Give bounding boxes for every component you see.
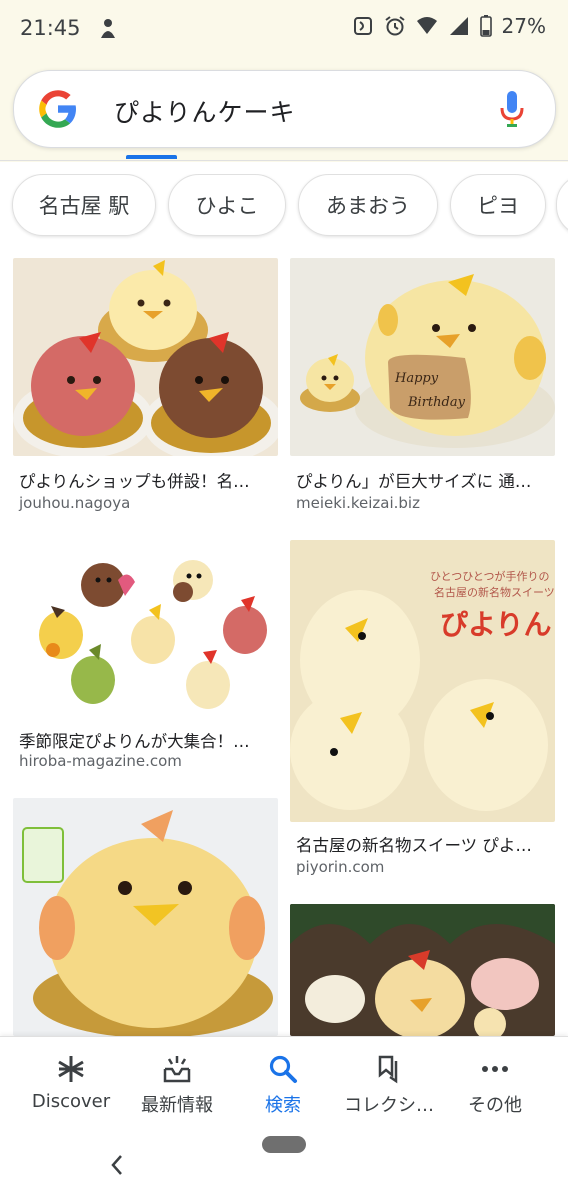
bottom-navigation: Discover 最新情報 検索 コレクシ… その他 — [0, 1036, 568, 1127]
search-icon — [269, 1055, 297, 1083]
result-image[interactable]: Happy Birthday — [290, 258, 555, 456]
suggestion-chips: 名古屋 駅 ひよこ あまおう ピヨ — [0, 174, 568, 240]
nav-label: 検索 — [265, 1095, 301, 1116]
microphone-icon[interactable] — [499, 89, 525, 129]
result-domain: piyorin.com — [296, 858, 385, 876]
chip-label: 名古屋 駅 — [38, 194, 130, 218]
cake-text: Birthday — [407, 395, 466, 410]
more-icon — [482, 1066, 508, 1072]
battery-percent: 27% — [501, 14, 546, 38]
chip-nagoya-station[interactable]: 名古屋 駅 — [12, 174, 156, 236]
nav-discover[interactable]: Discover — [16, 1037, 126, 1127]
result-image[interactable]: ひとつひとつが手作りの 名古屋の新名物スイーツ ぴよりん — [290, 540, 555, 822]
result-card[interactable] — [13, 798, 278, 1036]
notification-icon — [101, 19, 115, 38]
result-image[interactable] — [13, 540, 278, 716]
home-handle[interactable] — [262, 1136, 306, 1153]
ad-text: 名古屋の新名物スイーツ — [434, 585, 555, 599]
nav-updates[interactable]: 最新情報 — [122, 1037, 232, 1127]
search-header: ぴよりんケーキ — [0, 58, 568, 162]
alarm-icon — [384, 16, 405, 36]
chip-label: ひよこ — [195, 194, 259, 218]
result-title[interactable]: ぴよりんショップも併設！名… — [19, 468, 250, 492]
result-title[interactable]: ぴよりん」が巨大サイズに 通… — [296, 468, 531, 492]
nav-search[interactable]: 検索 — [228, 1037, 338, 1127]
nav-label: 最新情報 — [141, 1095, 213, 1116]
cake-text: Happy — [394, 371, 439, 386]
wifi-icon — [416, 17, 437, 34]
system-navigation — [0, 1126, 568, 1200]
google-logo-icon — [39, 90, 76, 128]
updates-icon — [163, 1056, 191, 1083]
nav-collections[interactable]: コレクシ… — [334, 1037, 444, 1127]
chip-more[interactable] — [556, 174, 568, 236]
result-domain: jouhou.nagoya — [19, 494, 131, 512]
ad-text: ひとつひとつが手作りの — [430, 569, 549, 583]
status-bar: 21:45 27% — [0, 0, 568, 58]
collections-icon — [378, 1055, 398, 1084]
chip-label: ピヨ — [477, 194, 519, 218]
nav-label: その他 — [468, 1095, 522, 1116]
chip-hiyoko[interactable]: ひよこ — [168, 174, 286, 236]
search-tab-indicator — [126, 155, 177, 159]
status-time: 21:45 — [20, 16, 81, 40]
result-domain: meieki.keizai.biz — [296, 494, 420, 512]
result-image[interactable] — [13, 798, 278, 1036]
result-image[interactable] — [290, 904, 555, 1036]
nav-label: Discover — [31, 1091, 111, 1112]
result-title[interactable]: 季節限定ぴよりんが大集合！… — [19, 728, 250, 752]
search-query[interactable]: ぴよりんケーキ — [114, 93, 296, 129]
result-card[interactable]: 季節限定ぴよりんが大集合！… hiroba-magazine.com — [13, 540, 278, 780]
chip-amaou[interactable]: あまおう — [298, 174, 438, 236]
battery-icon — [479, 15, 492, 37]
result-card[interactable]: Happy Birthday ぴよりん」が巨大サイズに 通… meieki.ke… — [290, 258, 555, 520]
result-card[interactable]: ひとつひとつが手作りの 名古屋の新名物スイーツ ぴよりん 名古屋の新名物スイーツ… — [290, 540, 555, 880]
back-icon[interactable] — [108, 1152, 126, 1178]
nav-label: コレクシ… — [344, 1095, 434, 1116]
result-image[interactable] — [13, 258, 278, 456]
divider — [0, 160, 568, 161]
nfc-icon — [353, 17, 372, 35]
chip-label: あまおう — [326, 194, 410, 218]
result-card[interactable] — [290, 904, 555, 1036]
result-card[interactable]: ぴよりんショップも併設！名… jouhou.nagoya — [13, 258, 278, 520]
result-title[interactable]: 名古屋の新名物スイーツ ぴよ… — [296, 832, 532, 856]
nav-more[interactable]: その他 — [440, 1037, 550, 1127]
search-bar[interactable]: ぴよりんケーキ — [13, 70, 556, 148]
signal-icon — [449, 17, 468, 35]
asterisk-icon — [58, 1056, 84, 1082]
chip-piyo[interactable]: ピヨ — [450, 174, 546, 236]
ad-logo: ぴよりん — [440, 608, 551, 641]
result-domain: hiroba-magazine.com — [19, 752, 182, 770]
